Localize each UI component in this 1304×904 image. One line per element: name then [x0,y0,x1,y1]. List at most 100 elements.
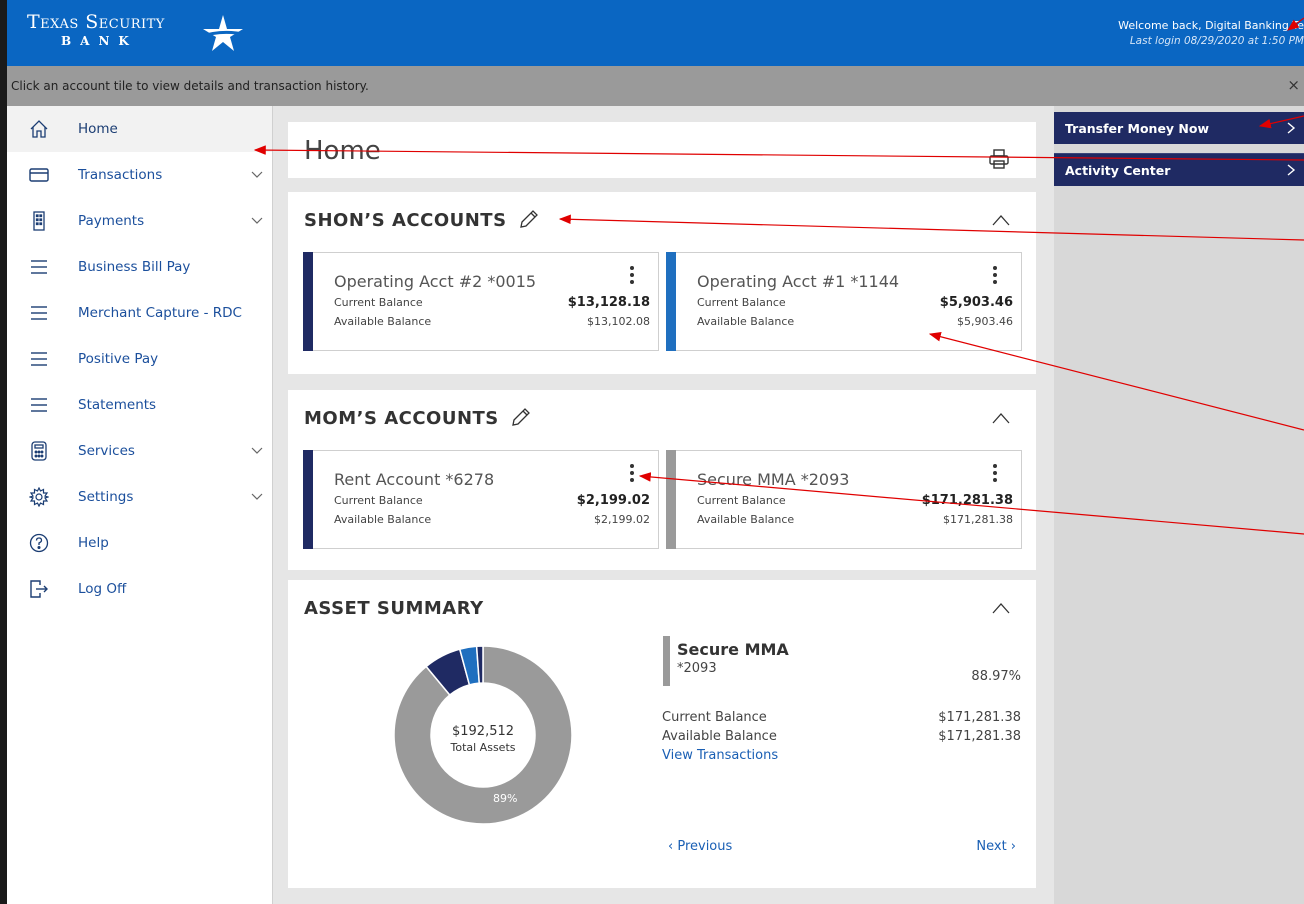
available-balance-label: Available Balance [334,315,432,328]
card-icon [29,168,49,182]
detail-account-number: *2093 [677,661,717,676]
welcome-block: Welcome back, Digital Banking Te Last lo… [1084,19,1304,47]
help-icon [29,533,49,553]
edit-pencil-icon[interactable] [510,406,532,428]
chevron-right-icon [1287,164,1296,176]
sidebar-item-label: Statements [78,397,157,413]
main-content: Home SHON’S ACCOUNTS Operating Acct #2 *… [273,106,1054,904]
sidebar-item-statements[interactable]: Statements [7,382,272,428]
current-balance-value: $171,281.38 [921,493,1013,508]
chevron-right-icon [1287,122,1296,134]
more-options-icon[interactable] [628,264,636,288]
account-group-title: MOM’S ACCOUNTS [304,408,499,429]
print-icon[interactable] [988,148,1010,170]
chevron-up-icon[interactable] [992,412,1010,424]
sidebar-item-label: Services [78,443,135,459]
page-title: Home [304,136,381,166]
account-color-bar [666,252,676,351]
sidebar-item-label: Positive Pay [78,351,159,367]
edit-pencil-icon[interactable] [518,208,540,230]
chevron-up-icon[interactable] [992,602,1010,614]
account-tile[interactable]: Operating Acct #2 *0015 Current Balance … [303,252,659,351]
notice-bar: Click an account tile to view details an… [7,66,1304,106]
chevron-down-icon [251,171,263,178]
menu-icon [31,352,47,366]
activity-center-link[interactable]: Activity Center [1054,154,1304,186]
account-name: Operating Acct #2 *0015 [334,272,537,291]
sidebar-item-label: Settings [78,489,134,505]
current-balance-label: Current Balance [697,494,786,507]
home-icon [30,120,48,138]
menu-icon [31,398,47,412]
asset-summary-card: ASSET SUMMARY $192,512 Total Assets 89% … [288,580,1036,888]
next-button[interactable]: Next › [976,839,1016,854]
chevron-down-icon [251,217,263,224]
quick-link-label: Activity Center [1065,163,1171,178]
chevron-up-icon[interactable] [992,214,1010,226]
sidebar-item-payments[interactable]: Payments [7,198,272,244]
quick-links-panel: Transfer Money Now Activity Center [1054,106,1304,904]
current-balance-value: $13,128.18 [567,295,650,310]
logo-text-line2: BANK [61,34,138,48]
available-balance-value: $2,199.02 [594,513,650,526]
notice-text: Click an account tile to view details an… [11,79,369,93]
app-frame: Texas Security BANK Welcome back, Digita… [7,0,1304,904]
chevron-down-icon [251,447,263,454]
account-group-card: MOM’S ACCOUNTS Rent Account *6278 Curren… [288,390,1036,570]
account-group-title: SHON’S ACCOUNTS [304,210,507,231]
sidebar-item-label: Transactions [78,167,163,183]
detail-percent: 88.97% [971,669,1021,684]
detail-available-value: $171,281.38 [938,729,1021,744]
page-header-card: Home [288,122,1036,178]
notice-close-button[interactable]: × [1287,76,1300,94]
chevron-down-icon [251,493,263,500]
sidebar-item-positive-pay[interactable]: Positive Pay [7,336,272,382]
account-tile[interactable]: Secure MMA *2093 Current Balance $171,28… [666,450,1022,549]
sidebar-item-home[interactable]: Home [7,106,272,152]
sidebar-item-help[interactable]: Help [7,520,272,566]
account-color-bar [666,450,676,549]
welcome-text: Welcome back, Digital Banking Te [1118,19,1304,32]
current-balance-label: Current Balance [334,494,423,507]
logo-text-line1: Texas Security [27,11,165,33]
gear-icon [29,487,49,507]
sidebar-item-label: Business Bill Pay [78,259,191,275]
available-balance-value: $13,102.08 [587,315,650,328]
sidebar-item-merchant-capture[interactable]: Merchant Capture - RDC [7,290,272,336]
sidebar-item-settings[interactable]: Settings [7,474,272,520]
bank-logo[interactable]: Texas Security BANK [27,11,247,51]
sidebar-item-label: Payments [78,213,145,229]
account-tile[interactable]: Rent Account *6278 Current Balance $2,19… [303,450,659,549]
more-options-icon[interactable] [991,462,999,486]
account-color-bar [303,252,313,351]
account-name: Operating Acct #1 *1144 [697,272,900,291]
sidebar-item-business-bill-pay[interactable]: Business Bill Pay [7,244,272,290]
sidebar-item-label: Log Off [78,581,127,597]
previous-button[interactable]: ‹ Previous [668,839,732,854]
sidebar-item-services[interactable]: Services [7,428,272,474]
account-name: Secure MMA *2093 [697,470,850,489]
available-balance-label: Available Balance [697,513,795,526]
more-options-icon[interactable] [628,462,636,486]
sidebar-item-label: Help [78,535,109,551]
view-transactions-link[interactable]: View Transactions [662,748,778,763]
detail-available-label: Available Balance [662,729,777,744]
calculator-icon [31,441,47,461]
star-logo-icon [199,15,247,51]
sidebar-item-transactions[interactable]: Transactions [7,152,272,198]
current-balance-label: Current Balance [334,296,423,309]
current-balance-value: $5,903.46 [939,295,1013,310]
menu-icon [31,306,47,320]
account-color-bar [303,450,313,549]
asset-donut-chart[interactable]: $192,512 Total Assets [392,644,574,826]
detail-current-label: Current Balance [662,710,767,725]
account-name: Rent Account *6278 [334,470,495,489]
transfer-money-now-link[interactable]: Transfer Money Now [1054,112,1304,144]
sidebar-item-log-off[interactable]: Log Off [7,566,272,612]
building-icon [33,211,45,231]
asset-summary-title: ASSET SUMMARY [304,598,484,619]
more-options-icon[interactable] [991,264,999,288]
account-tile[interactable]: Operating Acct #1 *1144 Current Balance … [666,252,1022,351]
sidebar-item-label: Home [78,121,118,137]
total-assets-label: Total Assets [450,741,516,754]
